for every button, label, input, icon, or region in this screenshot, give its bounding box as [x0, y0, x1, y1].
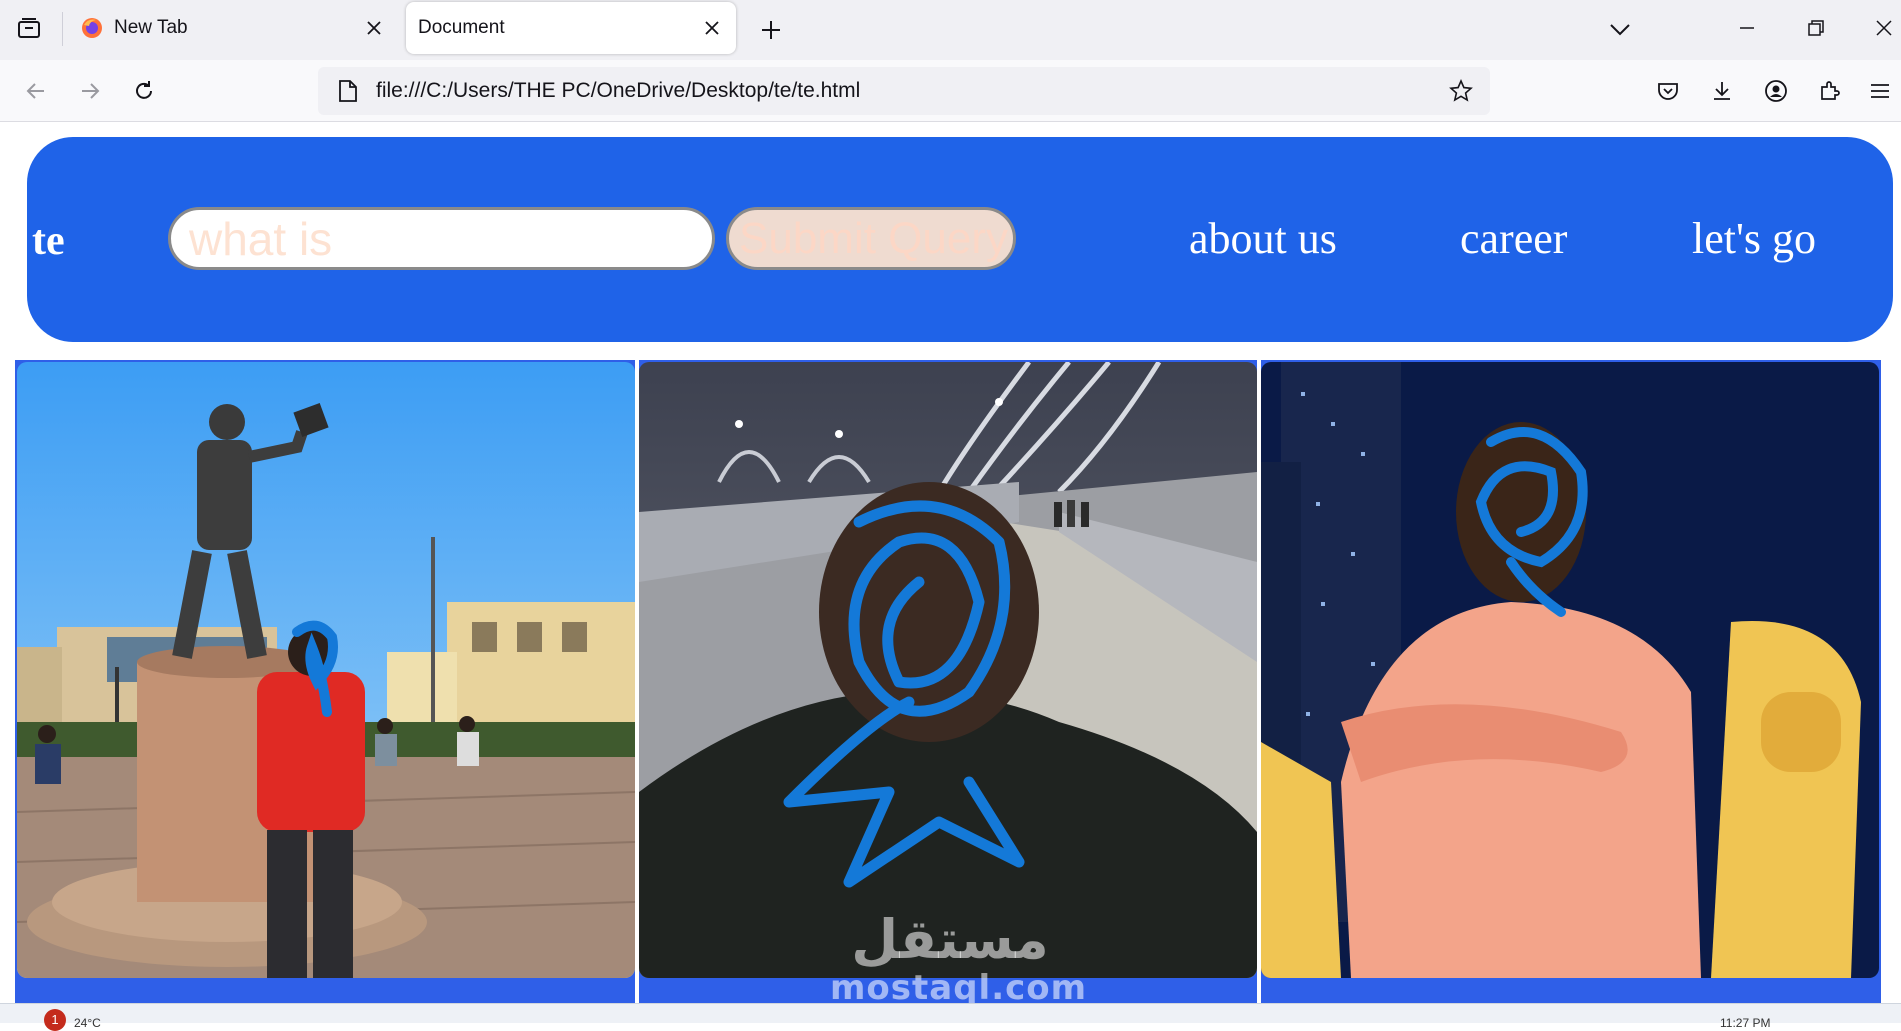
pocket-icon	[1658, 83, 1678, 100]
hamburger-icon	[1871, 84, 1889, 98]
menu-button[interactable]	[1862, 73, 1898, 109]
minimize-icon	[1740, 27, 1754, 29]
bookmark-button[interactable]	[1446, 76, 1476, 106]
nav-link-about-us[interactable]: about us	[1189, 213, 1337, 264]
tab-document[interactable]: Document	[406, 2, 736, 54]
bridge-night-photo	[639, 362, 1257, 978]
search-input[interactable]	[168, 207, 715, 270]
account-icon	[1765, 80, 1787, 102]
close-window-button[interactable]	[1864, 10, 1901, 46]
firefox-icon	[82, 18, 102, 38]
puzzle-icon	[1821, 81, 1840, 100]
statue-plaza-photo	[17, 362, 635, 978]
gallery-divider	[635, 360, 639, 1023]
tab-new-tab[interactable]: New Tab	[68, 2, 398, 54]
downloads-button[interactable]	[1704, 73, 1740, 109]
restore-icon	[1808, 20, 1824, 36]
skyline-portrait-photo	[1261, 362, 1879, 978]
close-tab-button[interactable]	[362, 16, 386, 40]
nav-link-career[interactable]: career	[1460, 213, 1567, 264]
windows-taskbar: 1 24°C 11:27 PM	[0, 1003, 1901, 1031]
star-icon	[1449, 79, 1473, 102]
watermark-arabic: مستقل	[851, 908, 1049, 971]
site-header: te Submit Query about us career let's go	[27, 137, 1893, 342]
back-button[interactable]	[18, 73, 54, 109]
nav-link-lets-go[interactable]: let's go	[1692, 213, 1816, 264]
tab-title: New Tab	[114, 17, 188, 38]
url-text: file:///C:/Users/THE PC/OneDrive/Desktop…	[376, 79, 861, 102]
close-icon	[1876, 20, 1892, 36]
notification-badge[interactable]: 1	[44, 1009, 66, 1031]
extensions-button[interactable]	[1812, 73, 1848, 109]
close-icon	[705, 21, 719, 35]
close-tab-button[interactable]	[700, 16, 724, 40]
tab-bar: New Tab Document	[0, 0, 1901, 60]
close-icon	[367, 21, 381, 35]
mostaql-watermark: مستقل mostaql.com	[830, 908, 1088, 1008]
arrow-left-icon	[26, 83, 44, 99]
arrow-right-icon	[82, 83, 100, 99]
pocket-button[interactable]	[1650, 73, 1686, 109]
tab-separator	[62, 12, 63, 46]
account-button[interactable]	[1758, 73, 1794, 109]
new-tab-button[interactable]	[755, 14, 787, 46]
address-bar[interactable]: file:///C:/Users/THE PC/OneDrive/Desktop…	[318, 67, 1490, 115]
weather-temp[interactable]: 24°C	[74, 1016, 101, 1030]
list-all-tabs-button[interactable]	[1604, 14, 1636, 46]
reload-icon	[136, 81, 152, 99]
chevron-down-icon	[1610, 24, 1630, 36]
tab-overview-button[interactable]	[14, 14, 44, 44]
restore-button[interactable]	[1796, 10, 1836, 46]
forward-button[interactable]	[72, 73, 108, 109]
site-logo[interactable]: te	[32, 217, 65, 265]
gallery-divider	[1257, 360, 1261, 1023]
tab-overview-icon	[18, 18, 40, 38]
submit-query-button[interactable]: Submit Query	[726, 207, 1016, 270]
minimize-button[interactable]	[1727, 10, 1767, 46]
watermark-latin: mostaql.com	[830, 968, 1088, 1008]
page-icon	[334, 77, 362, 105]
plus-icon	[762, 21, 780, 39]
reload-button[interactable]	[126, 73, 162, 109]
navigation-toolbar: file:///C:/Users/THE PC/OneDrive/Desktop…	[0, 60, 1901, 122]
clock-time[interactable]: 11:27 PM	[1720, 1016, 1770, 1030]
tab-title: Document	[418, 17, 505, 38]
download-icon	[1714, 82, 1730, 100]
